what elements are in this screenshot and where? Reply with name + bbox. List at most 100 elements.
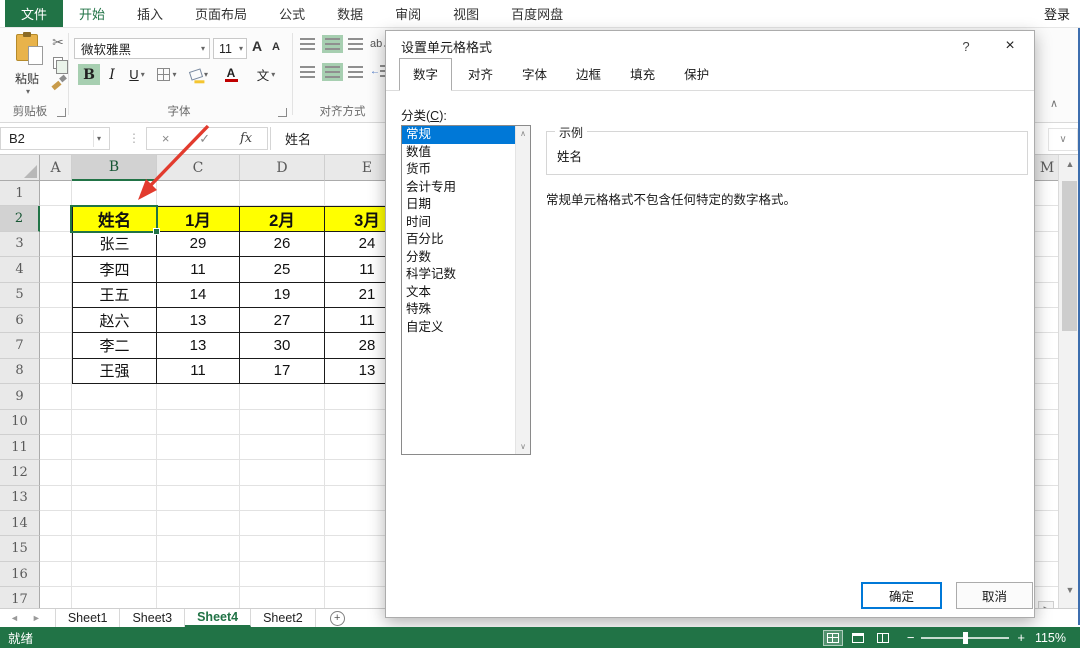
borders-button[interactable]: ▾ <box>154 64 180 85</box>
cell-A10[interactable] <box>40 410 72 435</box>
cell-D10[interactable] <box>240 410 325 435</box>
cell-C7[interactable]: 13 <box>157 333 240 358</box>
cell-B4[interactable]: 李四 <box>72 257 157 282</box>
align-top-button[interactable] <box>300 38 315 50</box>
align-middle-button[interactable] <box>322 35 343 53</box>
phonetic-guide-button[interactable]: 文▾ <box>252 64 280 85</box>
font-color-button[interactable]: A <box>218 64 244 85</box>
category-item-9[interactable]: 文本 <box>402 284 515 302</box>
cell-C8[interactable]: 11 <box>157 359 240 384</box>
cell-B1[interactable] <box>72 181 157 206</box>
row-header-9[interactable]: 9 <box>0 384 40 409</box>
ribbon-tab-7[interactable]: 百度网盘 <box>495 0 579 27</box>
file-tab[interactable]: 文件 <box>5 0 63 27</box>
category-item-3[interactable]: 会计专用 <box>402 179 515 197</box>
cell-D7[interactable]: 30 <box>240 333 325 358</box>
row-header-10[interactable]: 10 <box>0 410 40 435</box>
cell-D1[interactable] <box>240 181 325 206</box>
category-item-5[interactable]: 时间 <box>402 214 515 232</box>
cell-B9[interactable] <box>72 384 157 409</box>
category-item-2[interactable]: 货币 <box>402 161 515 179</box>
row-header-3[interactable]: 3 <box>0 232 40 257</box>
align-right-button[interactable] <box>348 66 363 78</box>
row-header-7[interactable]: 7 <box>0 333 40 358</box>
cell-B17[interactable] <box>72 587 157 608</box>
cell-C9[interactable] <box>157 384 240 409</box>
sheet-tab-sheet2[interactable]: Sheet2 <box>251 609 316 627</box>
collapse-ribbon-icon[interactable]: ∧ <box>1050 97 1058 110</box>
page-layout-view-button[interactable] <box>848 630 868 646</box>
grow-font-icon[interactable]: A <box>252 38 262 54</box>
clipboard-dialog-launcher-icon[interactable] <box>57 108 66 117</box>
cell-C1[interactable] <box>157 181 240 206</box>
ribbon-tab-3[interactable]: 公式 <box>263 0 321 27</box>
row-header-1[interactable]: 1 <box>0 181 40 206</box>
cancel-button[interactable]: 取消 <box>956 582 1033 609</box>
cell-D17[interactable] <box>240 587 325 608</box>
add-sheet-button[interactable]: + <box>330 611 345 626</box>
row-header-4[interactable]: 4 <box>0 257 40 282</box>
formula-bar-resize-handle[interactable]: ⋮ <box>128 131 140 145</box>
cell-B2[interactable]: 姓名 <box>72 206 157 231</box>
scroll-down-icon[interactable]: ▼ <box>1059 585 1080 595</box>
login-button[interactable]: 登录 <box>1034 0 1080 27</box>
shrink-font-icon[interactable]: A <box>272 41 280 53</box>
cell-A6[interactable] <box>40 308 72 333</box>
category-item-1[interactable]: 数值 <box>402 144 515 162</box>
ok-button[interactable]: 确定 <box>861 582 942 609</box>
vertical-scrollbar[interactable]: ▲ ▼ <box>1058 155 1080 608</box>
cell-B14[interactable] <box>72 511 157 536</box>
dialog-titlebar[interactable]: 设置单元格格式 ? × <box>386 31 1034 61</box>
zoom-slider[interactable] <box>921 637 1009 639</box>
cell-D3[interactable]: 26 <box>240 232 325 257</box>
cell-D2[interactable]: 2月 <box>240 206 325 231</box>
column-header-B[interactable]: B <box>72 155 157 181</box>
confirm-entry-icon[interactable]: ✓ <box>199 131 210 147</box>
cell-A2[interactable] <box>40 206 72 231</box>
insert-function-icon[interactable]: fx <box>240 131 252 146</box>
format-painter-icon[interactable] <box>51 75 66 90</box>
column-header-D[interactable]: D <box>240 155 325 181</box>
column-header-C[interactable]: C <box>157 155 240 181</box>
align-bottom-button[interactable] <box>348 38 363 50</box>
prev-sheet-icon[interactable]: ◄ <box>10 613 19 623</box>
cell-A9[interactable] <box>40 384 72 409</box>
dialog-tab-3[interactable]: 边框 <box>563 59 614 90</box>
align-center-button[interactable] <box>322 63 343 81</box>
zoom-in-button[interactable]: + <box>1017 630 1025 645</box>
cell-C16[interactable] <box>157 562 240 587</box>
name-box[interactable]: B2 ▾ <box>0 127 110 150</box>
dialog-tab-2[interactable]: 字体 <box>509 59 560 90</box>
ribbon-tab-5[interactable]: 审阅 <box>379 0 437 27</box>
bold-button[interactable]: B <box>78 64 100 85</box>
cell-B12[interactable] <box>72 460 157 485</box>
sheet-tab-sheet1[interactable]: Sheet1 <box>55 609 121 627</box>
cell-D12[interactable] <box>240 460 325 485</box>
ribbon-tab-1[interactable]: 插入 <box>121 0 179 27</box>
cell-A15[interactable] <box>40 536 72 561</box>
category-item-6[interactable]: 百分比 <box>402 231 515 249</box>
cell-A1[interactable] <box>40 181 72 206</box>
category-item-0[interactable]: 常规 <box>402 126 515 144</box>
cell-A8[interactable] <box>40 359 72 384</box>
cell-D8[interactable]: 17 <box>240 359 325 384</box>
dialog-tab-0[interactable]: 数字 <box>399 58 452 91</box>
category-item-8[interactable]: 科学记数 <box>402 266 515 284</box>
vertical-scroll-thumb[interactable] <box>1062 181 1077 331</box>
listbox-scroll-down-icon[interactable]: ∨ <box>520 442 526 451</box>
cell-D11[interactable] <box>240 435 325 460</box>
row-header-12[interactable]: 12 <box>0 460 40 485</box>
cell-A12[interactable] <box>40 460 72 485</box>
fill-color-button[interactable]: ▾ <box>186 64 212 85</box>
cell-A16[interactable] <box>40 562 72 587</box>
dialog-tab-4[interactable]: 填充 <box>617 59 668 90</box>
cell-B8[interactable]: 王强 <box>72 359 157 384</box>
select-all-corner[interactable] <box>0 155 40 181</box>
row-header-14[interactable]: 14 <box>0 511 40 536</box>
cell-C3[interactable]: 29 <box>157 232 240 257</box>
category-item-11[interactable]: 自定义 <box>402 319 515 337</box>
ribbon-tab-2[interactable]: 页面布局 <box>179 0 263 27</box>
cell-D6[interactable]: 27 <box>240 308 325 333</box>
cell-B16[interactable] <box>72 562 157 587</box>
cell-A7[interactable] <box>40 333 72 358</box>
